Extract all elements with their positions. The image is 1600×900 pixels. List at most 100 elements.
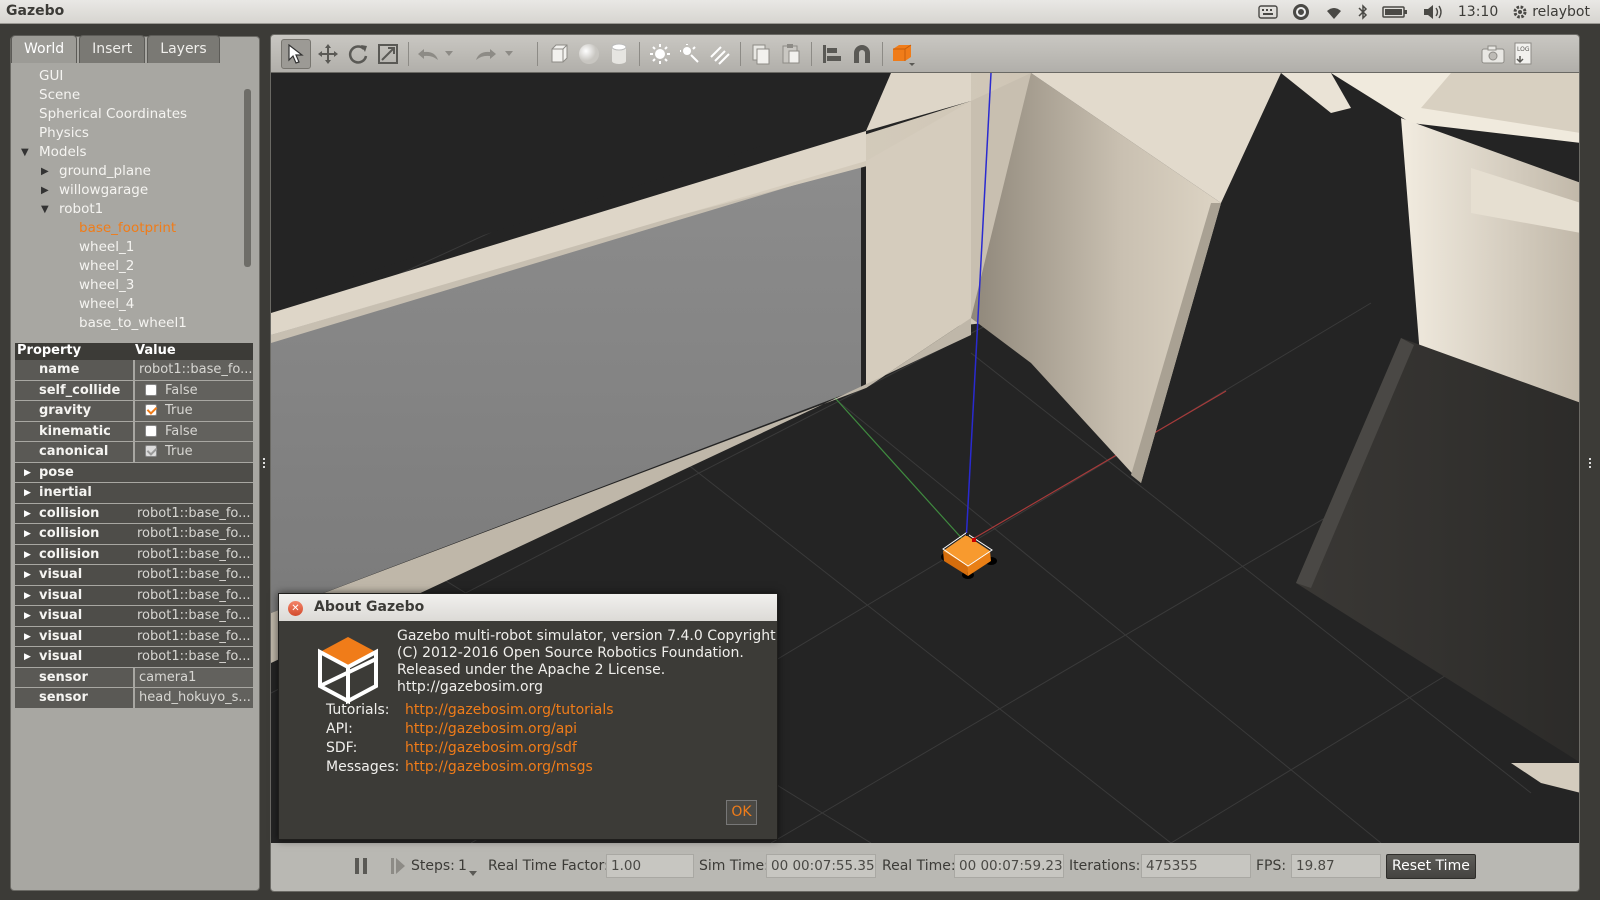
tree-item[interactable]: wheel_3 xyxy=(15,276,255,295)
redo-icon[interactable] xyxy=(471,39,501,69)
tree-item[interactable]: Scene xyxy=(15,86,255,105)
property-row[interactable]: ▶ visual robot1::base_fo... xyxy=(15,565,253,586)
real-time-field[interactable]: 00 00:07:59.231 xyxy=(954,854,1064,878)
property-value[interactable]: robot1::base_fo... xyxy=(133,626,253,646)
log-icon[interactable]: LOG xyxy=(1508,39,1538,69)
expand-right-arrow-icon[interactable]: ▶ xyxy=(41,162,49,181)
tree-item[interactable]: ▼ Models xyxy=(15,143,255,162)
property-row[interactable]: name robot1::base_fo... xyxy=(15,360,253,381)
steps-chevron-down-icon[interactable] xyxy=(469,865,477,881)
undo-icon[interactable] xyxy=(413,39,443,69)
volume-icon[interactable] xyxy=(1422,4,1444,20)
wifi-icon[interactable] xyxy=(1324,4,1344,20)
property-row[interactable]: ▶ inertial xyxy=(15,483,253,504)
step-icon[interactable] xyxy=(389,856,407,880)
cylinder-shape-icon[interactable] xyxy=(604,39,634,69)
tree-item[interactable]: wheel_4 xyxy=(15,295,255,314)
tree-item[interactable]: GUI xyxy=(15,67,255,86)
property-row[interactable]: ▶ visual robot1::base_fo... xyxy=(15,585,253,606)
align-icon[interactable] xyxy=(817,39,847,69)
undo-history-chevron-icon[interactable] xyxy=(441,39,457,69)
steps-value[interactable]: 1 xyxy=(458,858,467,874)
spot-light-icon[interactable] xyxy=(675,39,705,69)
reset-time-button[interactable]: Reset Time xyxy=(1386,854,1476,879)
api-link[interactable]: http://gazebosim.org/api xyxy=(405,721,577,737)
rotate-icon[interactable] xyxy=(343,39,373,69)
screenshot-icon[interactable] xyxy=(1478,39,1508,69)
battery-icon[interactable] xyxy=(1382,5,1408,19)
tree-item[interactable]: base_to_wheel1 xyxy=(15,314,255,333)
property-value[interactable]: head_hokuyo_s... xyxy=(135,688,253,708)
property-value[interactable] xyxy=(133,483,253,503)
expand-right-arrow-icon[interactable]: ▶ xyxy=(24,524,31,544)
property-value[interactable]: robot1::base_fo... xyxy=(133,647,253,667)
robot1-model[interactable] xyxy=(941,532,997,579)
property-value[interactable]: robot1::base_fo... xyxy=(133,565,253,585)
copy-icon[interactable] xyxy=(746,39,776,69)
property-row[interactable]: self_collide False xyxy=(15,380,253,401)
sdf-link[interactable]: http://gazebosim.org/sdf xyxy=(405,740,577,756)
expand-right-arrow-icon[interactable]: ▶ xyxy=(24,606,31,626)
property-row[interactable]: sensor camera1 xyxy=(15,667,253,688)
property-row[interactable]: gravity True xyxy=(15,401,253,422)
fps-field[interactable]: 19.87 xyxy=(1291,854,1381,878)
sphere-shape-icon[interactable] xyxy=(574,39,604,69)
property-value[interactable]: robot1::base_fo... xyxy=(133,606,253,626)
expand-right-arrow-icon[interactable]: ▶ xyxy=(24,483,31,503)
left-splitter-grip[interactable] xyxy=(263,458,267,468)
sync-icon[interactable] xyxy=(1292,3,1310,21)
scale-icon[interactable] xyxy=(373,39,403,69)
directional-light-icon[interactable] xyxy=(705,39,735,69)
paste-icon[interactable] xyxy=(776,39,806,69)
tab-world[interactable]: World xyxy=(11,35,78,63)
property-row[interactable]: ▶ collision robot1::base_fo... xyxy=(15,503,253,524)
right-splitter-grip[interactable] xyxy=(1589,458,1593,468)
sim-time-field[interactable]: 00 00:07:55.355 xyxy=(766,854,876,878)
property-row[interactable]: ▶ pose xyxy=(15,462,253,483)
property-row[interactable]: kinematic False xyxy=(15,421,253,442)
point-light-icon[interactable] xyxy=(645,39,675,69)
expand-right-arrow-icon[interactable]: ▶ xyxy=(24,647,31,667)
view-angle-icon[interactable] xyxy=(888,39,918,69)
tree-item[interactable]: base_footprint xyxy=(15,219,255,238)
tree-item[interactable]: wheel_1 xyxy=(15,238,255,257)
messages-link[interactable]: http://gazebosim.org/msgs xyxy=(405,759,593,775)
tab-layers[interactable]: Layers xyxy=(147,35,220,63)
tab-insert[interactable]: Insert xyxy=(79,35,146,63)
property-value[interactable]: robot1::base_fo... xyxy=(135,360,253,380)
pause-icon[interactable] xyxy=(353,856,369,880)
expand-right-arrow-icon[interactable]: ▶ xyxy=(24,463,31,483)
property-value[interactable]: robot1::base_fo... xyxy=(133,524,253,544)
keyboard-icon[interactable] xyxy=(1258,5,1278,19)
close-icon[interactable]: ✕ xyxy=(288,601,303,616)
property-row[interactable]: sensor head_hokuyo_s... xyxy=(15,688,253,709)
clock[interactable]: 13:10 xyxy=(1458,4,1498,20)
tree-item[interactable]: Physics xyxy=(15,124,255,143)
user-menu[interactable]: relaybot xyxy=(1512,4,1590,20)
box-shape-icon[interactable] xyxy=(544,39,574,69)
expand-right-arrow-icon[interactable]: ▶ xyxy=(24,627,31,647)
real-time-factor-field[interactable]: 1.00 xyxy=(606,854,694,878)
property-value[interactable]: robot1::base_fo... xyxy=(133,585,253,605)
property-row[interactable]: canonical True xyxy=(15,442,253,463)
tree-item[interactable]: wheel_2 xyxy=(15,257,255,276)
tree-item[interactable]: ▶ ground_plane xyxy=(15,162,255,181)
redo-history-chevron-icon[interactable] xyxy=(501,39,517,69)
property-row[interactable]: ▶ collision robot1::base_fo... xyxy=(15,524,253,545)
expand-right-arrow-icon[interactable]: ▶ xyxy=(24,586,31,606)
snap-icon[interactable] xyxy=(847,39,877,69)
translate-icon[interactable] xyxy=(313,39,343,69)
expand-right-arrow-icon[interactable]: ▶ xyxy=(24,565,31,585)
property-row[interactable]: ▶ visual robot1::base_fo... xyxy=(15,626,253,647)
property-value[interactable]: robot1::base_fo... xyxy=(133,544,253,564)
tree-item[interactable]: ▶ willowgarage xyxy=(15,181,255,200)
expand-right-arrow-icon[interactable]: ▶ xyxy=(41,181,49,200)
property-row[interactable]: ▶ visual robot1::base_fo... xyxy=(15,606,253,627)
property-checkbox[interactable] xyxy=(145,383,157,396)
tutorials-link[interactable]: http://gazebosim.org/tutorials xyxy=(405,702,614,718)
tree-item[interactable]: Spherical Coordinates xyxy=(15,105,255,124)
property-value[interactable]: camera1 xyxy=(135,667,253,687)
property-value[interactable] xyxy=(133,462,253,482)
tree-item[interactable]: ▼ robot1 xyxy=(15,200,255,219)
property-value[interactable]: robot1::base_fo... xyxy=(133,503,253,523)
